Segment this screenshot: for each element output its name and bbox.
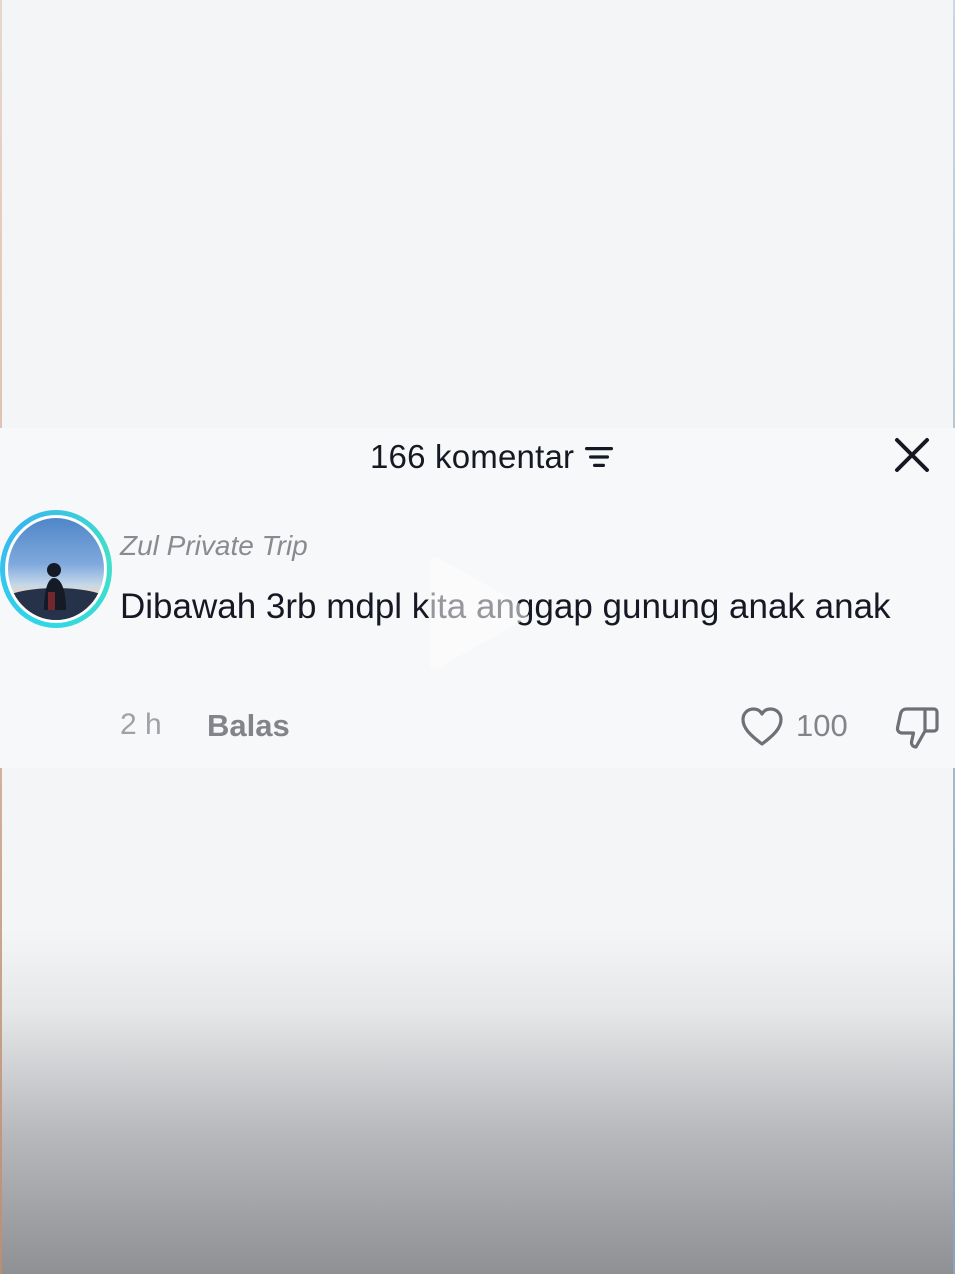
like-count: 100 — [796, 708, 848, 743]
comments-header: 166 komentar — [0, 428, 955, 488]
comment-username[interactable]: Zul Private Trip — [120, 530, 308, 562]
comment-timestamp: 2 h — [120, 708, 162, 741]
thumbs-down-icon[interactable] — [894, 706, 940, 750]
play-icon[interactable] — [424, 548, 534, 678]
close-icon[interactable] — [893, 436, 931, 474]
user-avatar — [5, 515, 107, 623]
comment-actions: 2 h Balas 100 — [120, 706, 950, 749]
reply-button[interactable]: Balas — [207, 708, 290, 744]
avatar[interactable] — [0, 510, 112, 628]
heart-outline-icon[interactable] — [740, 706, 784, 748]
sort-filter-icon[interactable] — [584, 444, 614, 470]
comments-header-title: 166 komentar — [370, 438, 614, 476]
comment-count: 166 komentar — [370, 438, 575, 475]
